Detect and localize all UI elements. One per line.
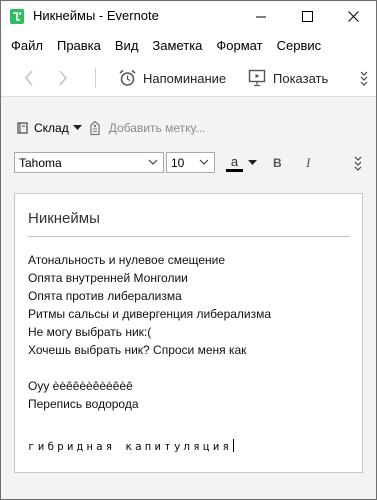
bold-label: B <box>273 155 282 170</box>
text-cursor <box>233 439 235 452</box>
format-overflow-button[interactable] <box>354 152 362 173</box>
toolbar-divider <box>95 68 96 88</box>
note-line: Оуу èèêêèèêèèêèê <box>28 379 133 393</box>
note-line: Опята внутренней Монголии <box>28 271 188 285</box>
chevron-double-down-icon <box>354 156 362 171</box>
close-icon <box>347 10 359 22</box>
reminder-label: Напоминание <box>143 70 227 86</box>
menu-format[interactable]: Формат <box>209 38 269 53</box>
forward-button[interactable] <box>57 67 69 89</box>
caret-down-icon[interactable] <box>72 125 82 131</box>
chevron-down-icon <box>148 159 158 165</box>
caret-down-icon <box>248 159 257 165</box>
note-line: Опята против либерализма <box>28 289 182 303</box>
evernote-app-icon <box>10 9 24 24</box>
title-bar: Никнеймы - Evernote <box>1 1 376 31</box>
note-title[interactable]: Никнеймы <box>28 210 100 227</box>
present-button[interactable]: Показать <box>248 67 328 89</box>
note-line <box>28 413 271 431</box>
font-size-value: 10 <box>171 155 185 170</box>
menu-note[interactable]: Заметка <box>145 38 209 53</box>
note-line: Не могу выбрать ник:( <box>28 325 152 339</box>
menu-tools[interactable]: Сервис <box>270 38 329 53</box>
presentation-icon <box>248 69 266 87</box>
menu-bar: Файл Правка Вид Заметка Формат Сервис <box>1 31 376 59</box>
toolbar-overflow-button[interactable] <box>360 67 368 89</box>
menu-file[interactable]: Файл <box>1 38 50 53</box>
minimize-icon <box>255 16 266 17</box>
note-line <box>28 359 271 377</box>
notebook-selector[interactable]: Склад <box>34 121 69 135</box>
note-line-current: гибридная капитуляция <box>28 437 271 455</box>
note-body[interactable]: Атональность и нулевое смещение Опята вн… <box>28 251 271 455</box>
font-size-select[interactable]: 10 <box>166 152 215 173</box>
back-button[interactable] <box>23 67 35 89</box>
note-line: Атональность и нулевое смещение <box>28 253 226 267</box>
menu-view[interactable]: Вид <box>108 38 146 53</box>
note-line: Перепись водорода <box>28 397 139 411</box>
evernote-window: Никнеймы - Evernote Файл Правка Вид Заме… <box>0 0 377 500</box>
menu-edit[interactable]: Правка <box>50 38 108 53</box>
alarm-clock-icon <box>119 69 136 86</box>
bold-button[interactable]: B <box>273 152 282 173</box>
minimize-button[interactable] <box>238 1 284 31</box>
chevron-down-icon <box>199 159 209 165</box>
maximize-button[interactable] <box>284 1 330 31</box>
text-color-letter: a <box>226 154 243 172</box>
italic-button[interactable]: I <box>306 152 310 173</box>
chevron-double-down-icon <box>360 71 368 86</box>
forward-arrow-icon <box>59 70 68 86</box>
note-meta-row: Склад Добавить метку... <box>17 119 205 137</box>
close-button[interactable] <box>330 1 376 31</box>
window-title: Никнеймы - Evernote <box>33 8 159 23</box>
note-header: Склад Добавить метку... Tahoma 10 a B I <box>1 97 376 177</box>
title-divider <box>28 236 350 237</box>
present-label: Показать <box>273 70 329 86</box>
maximize-icon <box>301 10 313 22</box>
reminder-button[interactable]: Напоминание <box>118 67 226 89</box>
note-line: гибридная капитуляция <box>28 440 233 453</box>
font-family-value: Tahoma <box>19 155 62 170</box>
italic-label: I <box>306 154 311 170</box>
add-tag-input[interactable]: Добавить метку... <box>109 121 206 135</box>
note-line: Хочешь выбрать ник? Спроси меня как <box>28 343 247 357</box>
text-color-button[interactable]: a <box>226 152 257 173</box>
notebook-icon <box>17 122 28 134</box>
tag-icon <box>90 120 100 136</box>
toolbar: Напоминание Показать <box>1 59 376 97</box>
note-editor[interactable]: Никнеймы Атональность и нулевое смещение… <box>14 193 363 473</box>
note-line: Ритмы сальсы и дивергенция либерализма <box>28 307 272 321</box>
back-arrow-icon <box>24 70 33 86</box>
font-family-select[interactable]: Tahoma <box>14 152 164 173</box>
